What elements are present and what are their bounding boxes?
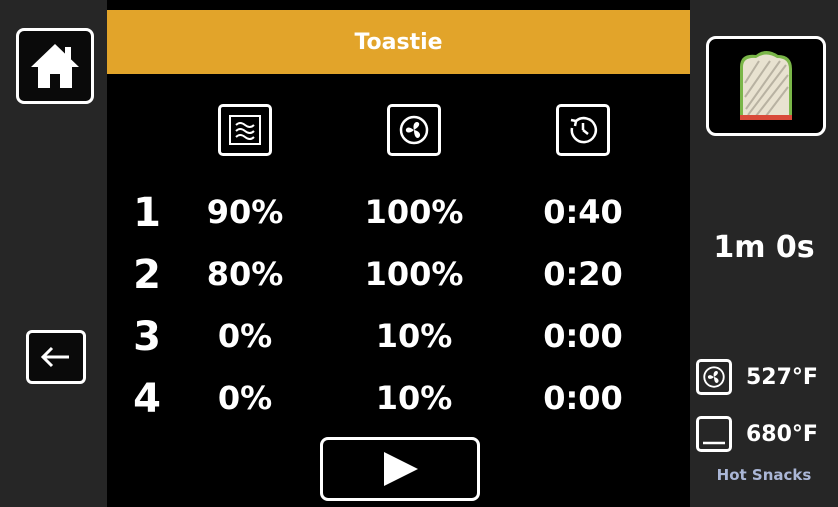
fan-temperature: 527°F bbox=[746, 364, 818, 390]
start-button[interactable] bbox=[320, 437, 480, 501]
stage-fan[interactable]: 10% bbox=[349, 320, 479, 352]
stage-number: 2 bbox=[133, 252, 161, 298]
stage-time[interactable]: 0:40 bbox=[518, 196, 648, 228]
stage-power[interactable]: 0% bbox=[180, 320, 310, 352]
stage-number: 1 bbox=[133, 190, 161, 236]
play-icon bbox=[384, 452, 418, 486]
stage-fan[interactable]: 100% bbox=[349, 196, 479, 228]
arrow-left-icon bbox=[40, 346, 69, 368]
sandwich-icon bbox=[740, 51, 792, 120]
fan-temp-row: 527°F bbox=[696, 357, 838, 397]
stage-power[interactable]: 90% bbox=[180, 196, 310, 228]
timer-icon bbox=[570, 116, 598, 144]
recipe-category: Hot Snacks bbox=[716, 466, 812, 484]
recipe-title: Toastie bbox=[107, 10, 690, 74]
total-cook-time: 1m 0s bbox=[713, 230, 815, 265]
stage-time[interactable]: 0:00 bbox=[518, 320, 648, 352]
stage-number: 4 bbox=[133, 376, 161, 422]
right-panel: 1m 0s 527°F 680°F Hot Snacks bbox=[690, 0, 838, 507]
column-header-fan bbox=[387, 104, 441, 156]
back-button[interactable] bbox=[26, 330, 86, 384]
microwave-power-icon bbox=[229, 115, 261, 145]
stage-time[interactable]: 0:20 bbox=[518, 258, 648, 290]
fan-icon bbox=[399, 115, 429, 145]
fan-temp-icon-box bbox=[696, 359, 732, 395]
home-icon bbox=[31, 44, 79, 88]
element-temperature: 680°F bbox=[746, 421, 818, 447]
left-panel bbox=[0, 0, 107, 507]
stage-time[interactable]: 0:00 bbox=[518, 382, 648, 414]
stage-power[interactable]: 0% bbox=[180, 382, 310, 414]
column-header-time bbox=[556, 104, 610, 156]
element-temp-row: 680°F bbox=[696, 414, 838, 454]
stage-number: 3 bbox=[133, 314, 161, 360]
fan-icon bbox=[703, 366, 725, 388]
home-button[interactable] bbox=[16, 28, 94, 104]
recipe-panel: Toastie 1 90% 100% 0:40 2 80% 100% 0:20 bbox=[107, 0, 690, 507]
stage-fan[interactable]: 100% bbox=[349, 258, 479, 290]
recipe-image-button[interactable] bbox=[706, 36, 826, 136]
stage-power[interactable]: 80% bbox=[180, 258, 310, 290]
element-temp-icon-box bbox=[696, 416, 732, 452]
column-header-power bbox=[218, 104, 272, 156]
stage-fan[interactable]: 10% bbox=[349, 382, 479, 414]
heating-element-icon bbox=[703, 441, 725, 445]
